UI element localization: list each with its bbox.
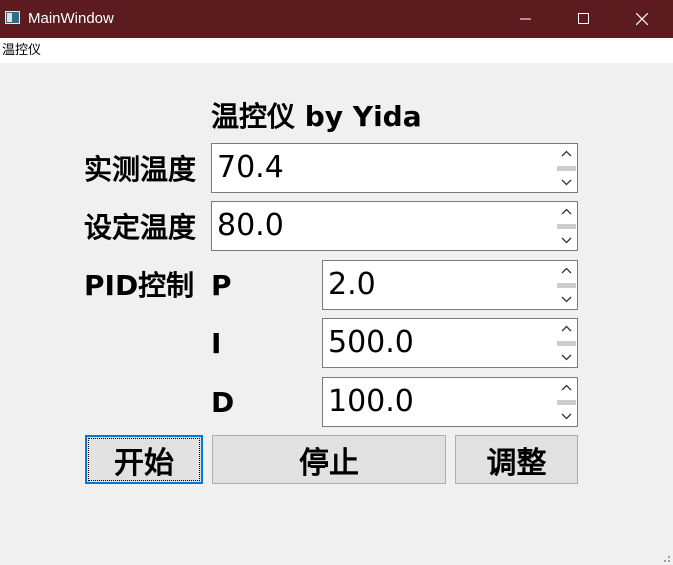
chevron-down-icon: [561, 413, 572, 420]
spin-down-button[interactable]: [557, 232, 576, 249]
minimize-button[interactable]: [497, 0, 555, 38]
app-icon: [5, 11, 20, 24]
chevron-down-icon: [561, 237, 572, 244]
measured-temp-value[interactable]: 70.4: [217, 144, 284, 192]
title-bar[interactable]: MainWindow: [0, 0, 673, 38]
spin-up-button[interactable]: [557, 203, 576, 220]
spin-up-button[interactable]: [557, 379, 576, 396]
window-title: MainWindow: [28, 10, 114, 27]
close-icon: [636, 13, 648, 25]
chevron-up-icon: [561, 325, 572, 332]
chevron-down-icon: [561, 354, 572, 361]
chevron-up-icon: [561, 384, 572, 391]
adjust-button[interactable]: 调整: [455, 435, 578, 484]
menu-item-temp-controller[interactable]: 温控仪: [2, 43, 41, 58]
pid-control-label: PID控制: [84, 269, 195, 302]
minimize-icon: [520, 18, 531, 20]
spin-down-button[interactable]: [557, 174, 576, 191]
chevron-up-icon: [561, 208, 572, 215]
spin-divider: [557, 341, 576, 346]
spin-divider: [557, 224, 576, 229]
start-button[interactable]: 开始: [85, 435, 203, 484]
chevron-down-icon: [561, 296, 572, 303]
i-label: I: [211, 327, 222, 360]
spin-up-button[interactable]: [557, 262, 576, 279]
spin-divider: [557, 283, 576, 288]
maximize-button[interactable]: [555, 0, 613, 38]
d-value[interactable]: 100.0: [328, 378, 414, 426]
p-label: P: [211, 269, 232, 302]
measured-temp-spinbox[interactable]: 70.4: [211, 143, 578, 193]
measured-temp-label: 实测温度: [84, 153, 197, 186]
spin-down-button[interactable]: [557, 291, 576, 308]
chevron-up-icon: [561, 150, 572, 157]
resize-grip-icon[interactable]: [661, 553, 671, 563]
d-label: D: [211, 386, 235, 419]
close-button[interactable]: [613, 0, 671, 38]
d-spinbox[interactable]: 100.0: [322, 377, 578, 427]
spin-up-button[interactable]: [557, 320, 576, 337]
set-temp-value[interactable]: 80.0: [217, 202, 284, 250]
spin-divider: [557, 400, 576, 405]
spin-up-button[interactable]: [557, 145, 576, 162]
p-spinbox[interactable]: 2.0: [322, 260, 578, 310]
i-value[interactable]: 500.0: [328, 319, 414, 367]
maximize-icon: [578, 13, 589, 24]
spin-divider: [557, 166, 576, 171]
page-title: 温控仪 by Yida: [211, 100, 422, 133]
stop-button[interactable]: 停止: [212, 435, 446, 484]
menu-bar: 温控仪: [0, 38, 673, 63]
chevron-up-icon: [561, 267, 572, 274]
chevron-down-icon: [561, 179, 572, 186]
i-spinbox[interactable]: 500.0: [322, 318, 578, 368]
spin-down-button[interactable]: [557, 408, 576, 425]
p-value[interactable]: 2.0: [328, 261, 376, 309]
set-temp-label: 设定温度: [84, 211, 197, 244]
spin-down-button[interactable]: [557, 349, 576, 366]
set-temp-spinbox[interactable]: 80.0: [211, 201, 578, 251]
